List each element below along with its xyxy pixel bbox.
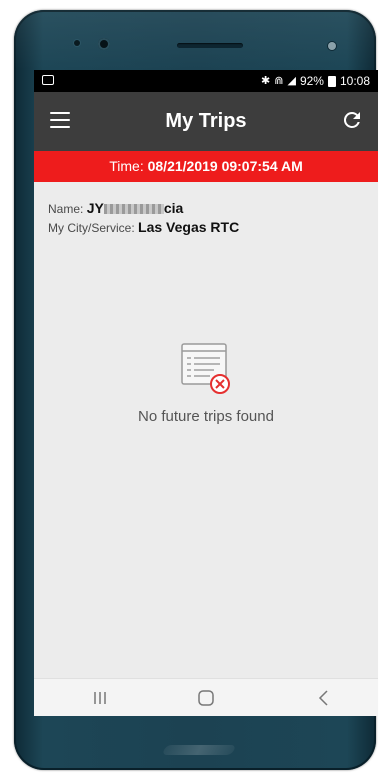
recent-apps-icon[interactable] bbox=[88, 688, 112, 708]
name-label: Name: bbox=[48, 202, 84, 216]
name-prefix: JY bbox=[86, 200, 104, 216]
city-label: My City/Service: bbox=[48, 221, 135, 235]
battery-percent: 92% bbox=[299, 74, 324, 88]
proximity-sensor bbox=[328, 42, 336, 50]
time-label: Time: bbox=[109, 158, 144, 174]
back-icon[interactable] bbox=[312, 688, 336, 708]
status-bar: ✱ ⋒ ◢ 92% 10:08 bbox=[34, 70, 378, 92]
signal-icon: ◢ bbox=[287, 75, 296, 87]
battery-icon bbox=[327, 75, 336, 87]
phone-top-bezel bbox=[14, 10, 376, 70]
empty-state-message: No future trips found bbox=[138, 408, 274, 425]
time-banner: Time: 08/21/2019 09:07:54 AM bbox=[34, 151, 378, 182]
status-indicators: ✱ ⋒ ◢ 92% 10:08 bbox=[261, 73, 370, 89]
home-icon[interactable] bbox=[194, 688, 218, 708]
wifi-icon: ⋒ bbox=[274, 75, 284, 87]
page-title: My Trips bbox=[165, 110, 247, 132]
city-row: My City/Service: Las Vegas RTC bbox=[48, 218, 368, 237]
app-bar: My Trips bbox=[34, 92, 378, 151]
phone-screen: ✱ ⋒ ◢ 92% 10:08 My Trips Time: 08/21/201… bbox=[34, 70, 378, 716]
user-info: Name: JY cia My City/Service: Las Vegas R… bbox=[48, 199, 368, 237]
refresh-icon[interactable] bbox=[340, 108, 364, 132]
speaker-grille bbox=[177, 43, 243, 48]
name-redaction bbox=[103, 204, 164, 215]
time-value: 08/21/2019 09:07:54 AM bbox=[147, 158, 303, 174]
status-time: 10:08 bbox=[339, 74, 370, 88]
system-nav-bar bbox=[34, 678, 378, 716]
bluetooth-icon: ✱ bbox=[261, 75, 271, 87]
name-value: JY cia bbox=[87, 200, 184, 216]
name-row: Name: JY cia bbox=[48, 199, 368, 218]
sensor-dot bbox=[74, 40, 80, 46]
image-notification-icon bbox=[42, 75, 54, 85]
city-value: Las Vegas RTC bbox=[138, 219, 240, 235]
phone-logo bbox=[161, 745, 237, 755]
no-trips-document-icon bbox=[181, 343, 230, 394]
front-camera bbox=[98, 38, 110, 50]
empty-state: No future trips found bbox=[34, 340, 378, 427]
name-suffix: cia bbox=[163, 200, 184, 216]
